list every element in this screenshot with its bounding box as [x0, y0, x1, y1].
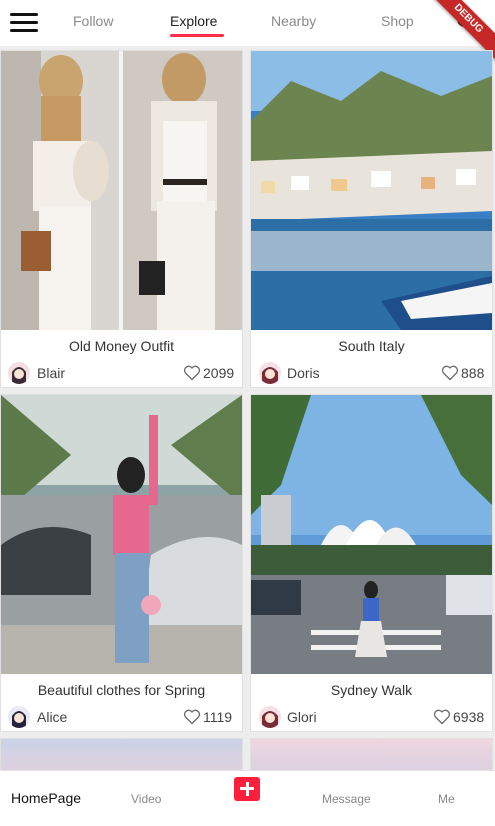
- create-post-button[interactable]: [234, 777, 260, 801]
- like-count: 888: [461, 365, 485, 381]
- card-title: Beautiful clothes for Spring: [37, 682, 206, 698]
- feed-card[interactable]: Beautiful clothes for Spring Alice 1119: [0, 394, 243, 732]
- bottom-nav: HomePage Video Message Me: [0, 770, 495, 826]
- tab-nearby[interactable]: Nearby: [271, 13, 316, 29]
- card-photo[interactable]: [1, 395, 242, 674]
- nav-message[interactable]: Message: [322, 792, 371, 806]
- hamburger-menu-icon[interactable]: [10, 13, 38, 33]
- avatar[interactable]: [8, 362, 30, 384]
- avatar[interactable]: [259, 706, 281, 728]
- like-count: 1119: [203, 709, 233, 725]
- heart-icon[interactable]: [183, 365, 201, 381]
- like-count: 2099: [203, 365, 235, 381]
- heart-icon[interactable]: [441, 365, 459, 381]
- app-root: Follow Explore Nearby Shop DEBUG Old Mon…: [0, 0, 495, 826]
- feed-card[interactable]: Sydney Walk Glori 6938: [250, 394, 493, 732]
- card-photo[interactable]: [251, 395, 492, 674]
- author-name[interactable]: Doris: [287, 365, 320, 381]
- card-title: South Italy: [338, 338, 405, 354]
- tab-follow[interactable]: Follow: [73, 13, 113, 29]
- nav-homepage[interactable]: HomePage: [11, 790, 81, 806]
- card-title: Old Money Outfit: [68, 338, 175, 354]
- author-name[interactable]: Alice: [37, 709, 67, 725]
- card-photo[interactable]: [1, 51, 242, 330]
- avatar[interactable]: [259, 362, 281, 384]
- like-count: 6938: [453, 709, 485, 725]
- feed-card[interactable]: Old Money Outfit Blair 2099: [0, 50, 243, 388]
- top-bar: Follow Explore Nearby Shop DEBUG: [0, 0, 495, 65]
- tab-explore[interactable]: Explore: [170, 13, 217, 29]
- feed-card[interactable]: South Italy Doris 888: [250, 50, 493, 388]
- heart-icon[interactable]: [433, 709, 451, 725]
- card-photo[interactable]: [251, 51, 492, 330]
- tab-shop[interactable]: Shop: [381, 13, 414, 29]
- active-tab-indicator: [170, 34, 224, 37]
- nav-me[interactable]: Me: [438, 792, 455, 806]
- avatar[interactable]: [8, 706, 30, 728]
- author-name[interactable]: Glori: [287, 709, 317, 725]
- author-name[interactable]: Blair: [37, 365, 65, 381]
- card-title: Sydney Walk: [330, 682, 413, 698]
- plus-icon-bar: [240, 787, 254, 790]
- nav-video[interactable]: Video: [131, 792, 161, 806]
- heart-icon[interactable]: [183, 709, 201, 725]
